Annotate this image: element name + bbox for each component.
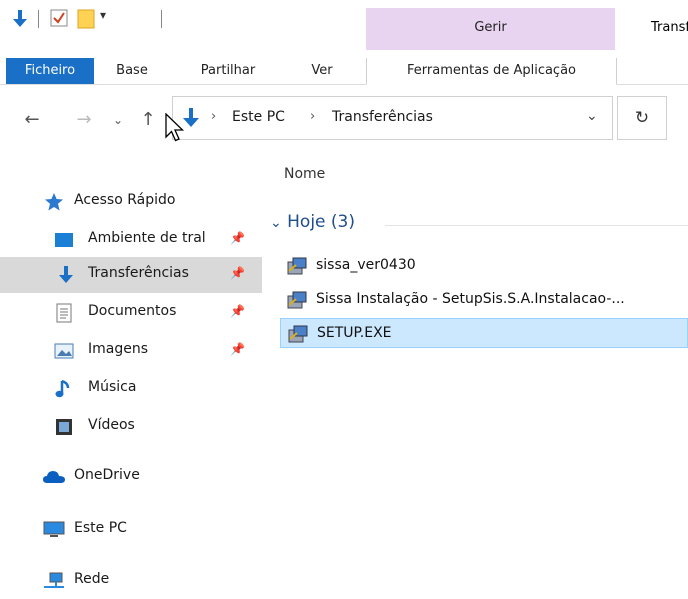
address-dropdown-chevron-icon[interactable]: ⌄ — [586, 108, 598, 124]
video-icon — [56, 419, 72, 435]
sidebar-item-desktop[interactable]: Ambiente de tral 📌 — [0, 222, 262, 258]
file-name: SETUP.EXE — [317, 325, 392, 341]
up-arrow-icon[interactable]: ↑ — [136, 106, 160, 134]
desktop-icon — [55, 233, 73, 247]
sidebar-item-music[interactable]: Música — [0, 371, 262, 407]
sidebar-item-downloads[interactable]: Transferências 📌 — [0, 257, 262, 293]
download-icon — [59, 266, 73, 283]
forward-arrow-icon[interactable]: → — [70, 106, 98, 134]
cloud-icon — [43, 471, 65, 483]
music-icon — [55, 379, 70, 398]
column-header-name[interactable]: Nome — [284, 166, 325, 182]
context-tab-group-label: Gerir — [474, 20, 507, 35]
pin-icon[interactable]: 📌 — [230, 342, 245, 356]
customize-toolbar-icon[interactable]: ▾ — [100, 8, 106, 22]
window-title: Transf — [651, 20, 688, 35]
list-item[interactable]: sissa_ver0430 — [280, 251, 688, 281]
sidebar-item-quick-access[interactable]: Acesso Rápido — [0, 184, 262, 220]
list-item[interactable]: SETUP.EXE — [280, 318, 688, 348]
pin-icon[interactable]: 📌 — [230, 266, 245, 280]
image-icon — [54, 343, 74, 359]
sidebar-item-label: Rede — [74, 571, 110, 587]
new-folder-icon[interactable] — [77, 9, 95, 33]
document-icon — [56, 303, 72, 323]
sidebar-item-label: Este PC — [74, 520, 127, 536]
breadcrumb-this-pc[interactable]: Este PC — [232, 109, 285, 125]
group-label: Hoje (3) — [287, 212, 355, 232]
network-icon — [44, 572, 64, 588]
tab-view[interactable]: Ver — [294, 58, 350, 84]
file-name: sissa_ver0430 — [316, 257, 416, 273]
sidebar-item-onedrive[interactable]: OneDrive — [0, 459, 262, 495]
properties-icon[interactable] — [10, 8, 30, 34]
installer-icon — [288, 325, 308, 343]
sidebar-item-label: Imagens — [88, 341, 149, 357]
installer-icon — [287, 291, 307, 309]
breadcrumb-chevron-icon[interactable]: › — [310, 109, 315, 124]
sidebar-item-label: Música — [88, 379, 137, 395]
file-name: Sissa Instalação - SetupSis.S.A.Instalac… — [316, 291, 625, 307]
tab-application-tools[interactable]: Ferramentas de Aplicação — [366, 58, 617, 85]
installer-icon — [287, 257, 307, 275]
sidebar-item-documents[interactable]: Documentos 📌 — [0, 295, 262, 331]
breadcrumb-downloads[interactable]: Transferências — [332, 109, 433, 125]
sidebar-item-videos[interactable]: Vídeos — [0, 409, 262, 445]
sidebar-item-label: Documentos — [88, 303, 177, 319]
toolbar-separator — [38, 10, 39, 28]
mouse-cursor-icon — [165, 112, 185, 147]
group-divider — [385, 225, 688, 226]
refresh-button[interactable]: ↻ — [617, 96, 667, 140]
recent-locations-chevron-icon[interactable]: ⌄ — [108, 106, 128, 134]
pin-icon[interactable]: 📌 — [230, 231, 245, 245]
sidebar-item-label: Vídeos — [88, 417, 135, 433]
sidebar-item-network[interactable]: Rede — [0, 563, 262, 599]
sidebar-item-label: Ambiente de tral — [88, 230, 206, 246]
sidebar-item-label: Transferências — [88, 265, 189, 281]
tab-file[interactable]: Ficheiro — [6, 58, 94, 84]
sidebar-item-label: Acesso Rápido — [74, 192, 176, 208]
sidebar-item-label: OneDrive — [74, 467, 140, 483]
tab-share[interactable]: Partilhar — [184, 58, 272, 84]
checkbox-icon[interactable] — [50, 9, 68, 31]
list-item[interactable]: Sissa Instalação - SetupSis.S.A.Instalac… — [280, 285, 688, 315]
star-icon — [45, 193, 63, 211]
collapse-chevron-icon: ⌄ — [270, 215, 282, 231]
sidebar-item-this-pc[interactable]: Este PC — [0, 512, 262, 548]
pin-icon[interactable]: 📌 — [230, 304, 245, 318]
sidebar-item-pictures[interactable]: Imagens 📌 — [0, 333, 262, 369]
breadcrumb-chevron-icon[interactable]: › — [211, 109, 216, 124]
refresh-icon: ↻ — [634, 108, 650, 128]
group-header-today[interactable]: ⌄ Hoje (3) — [270, 212, 355, 232]
computer-icon — [43, 521, 65, 537]
tab-home[interactable]: Base — [104, 58, 160, 84]
toolbar-separator — [161, 10, 162, 28]
back-arrow-icon[interactable]: ← — [18, 106, 46, 134]
